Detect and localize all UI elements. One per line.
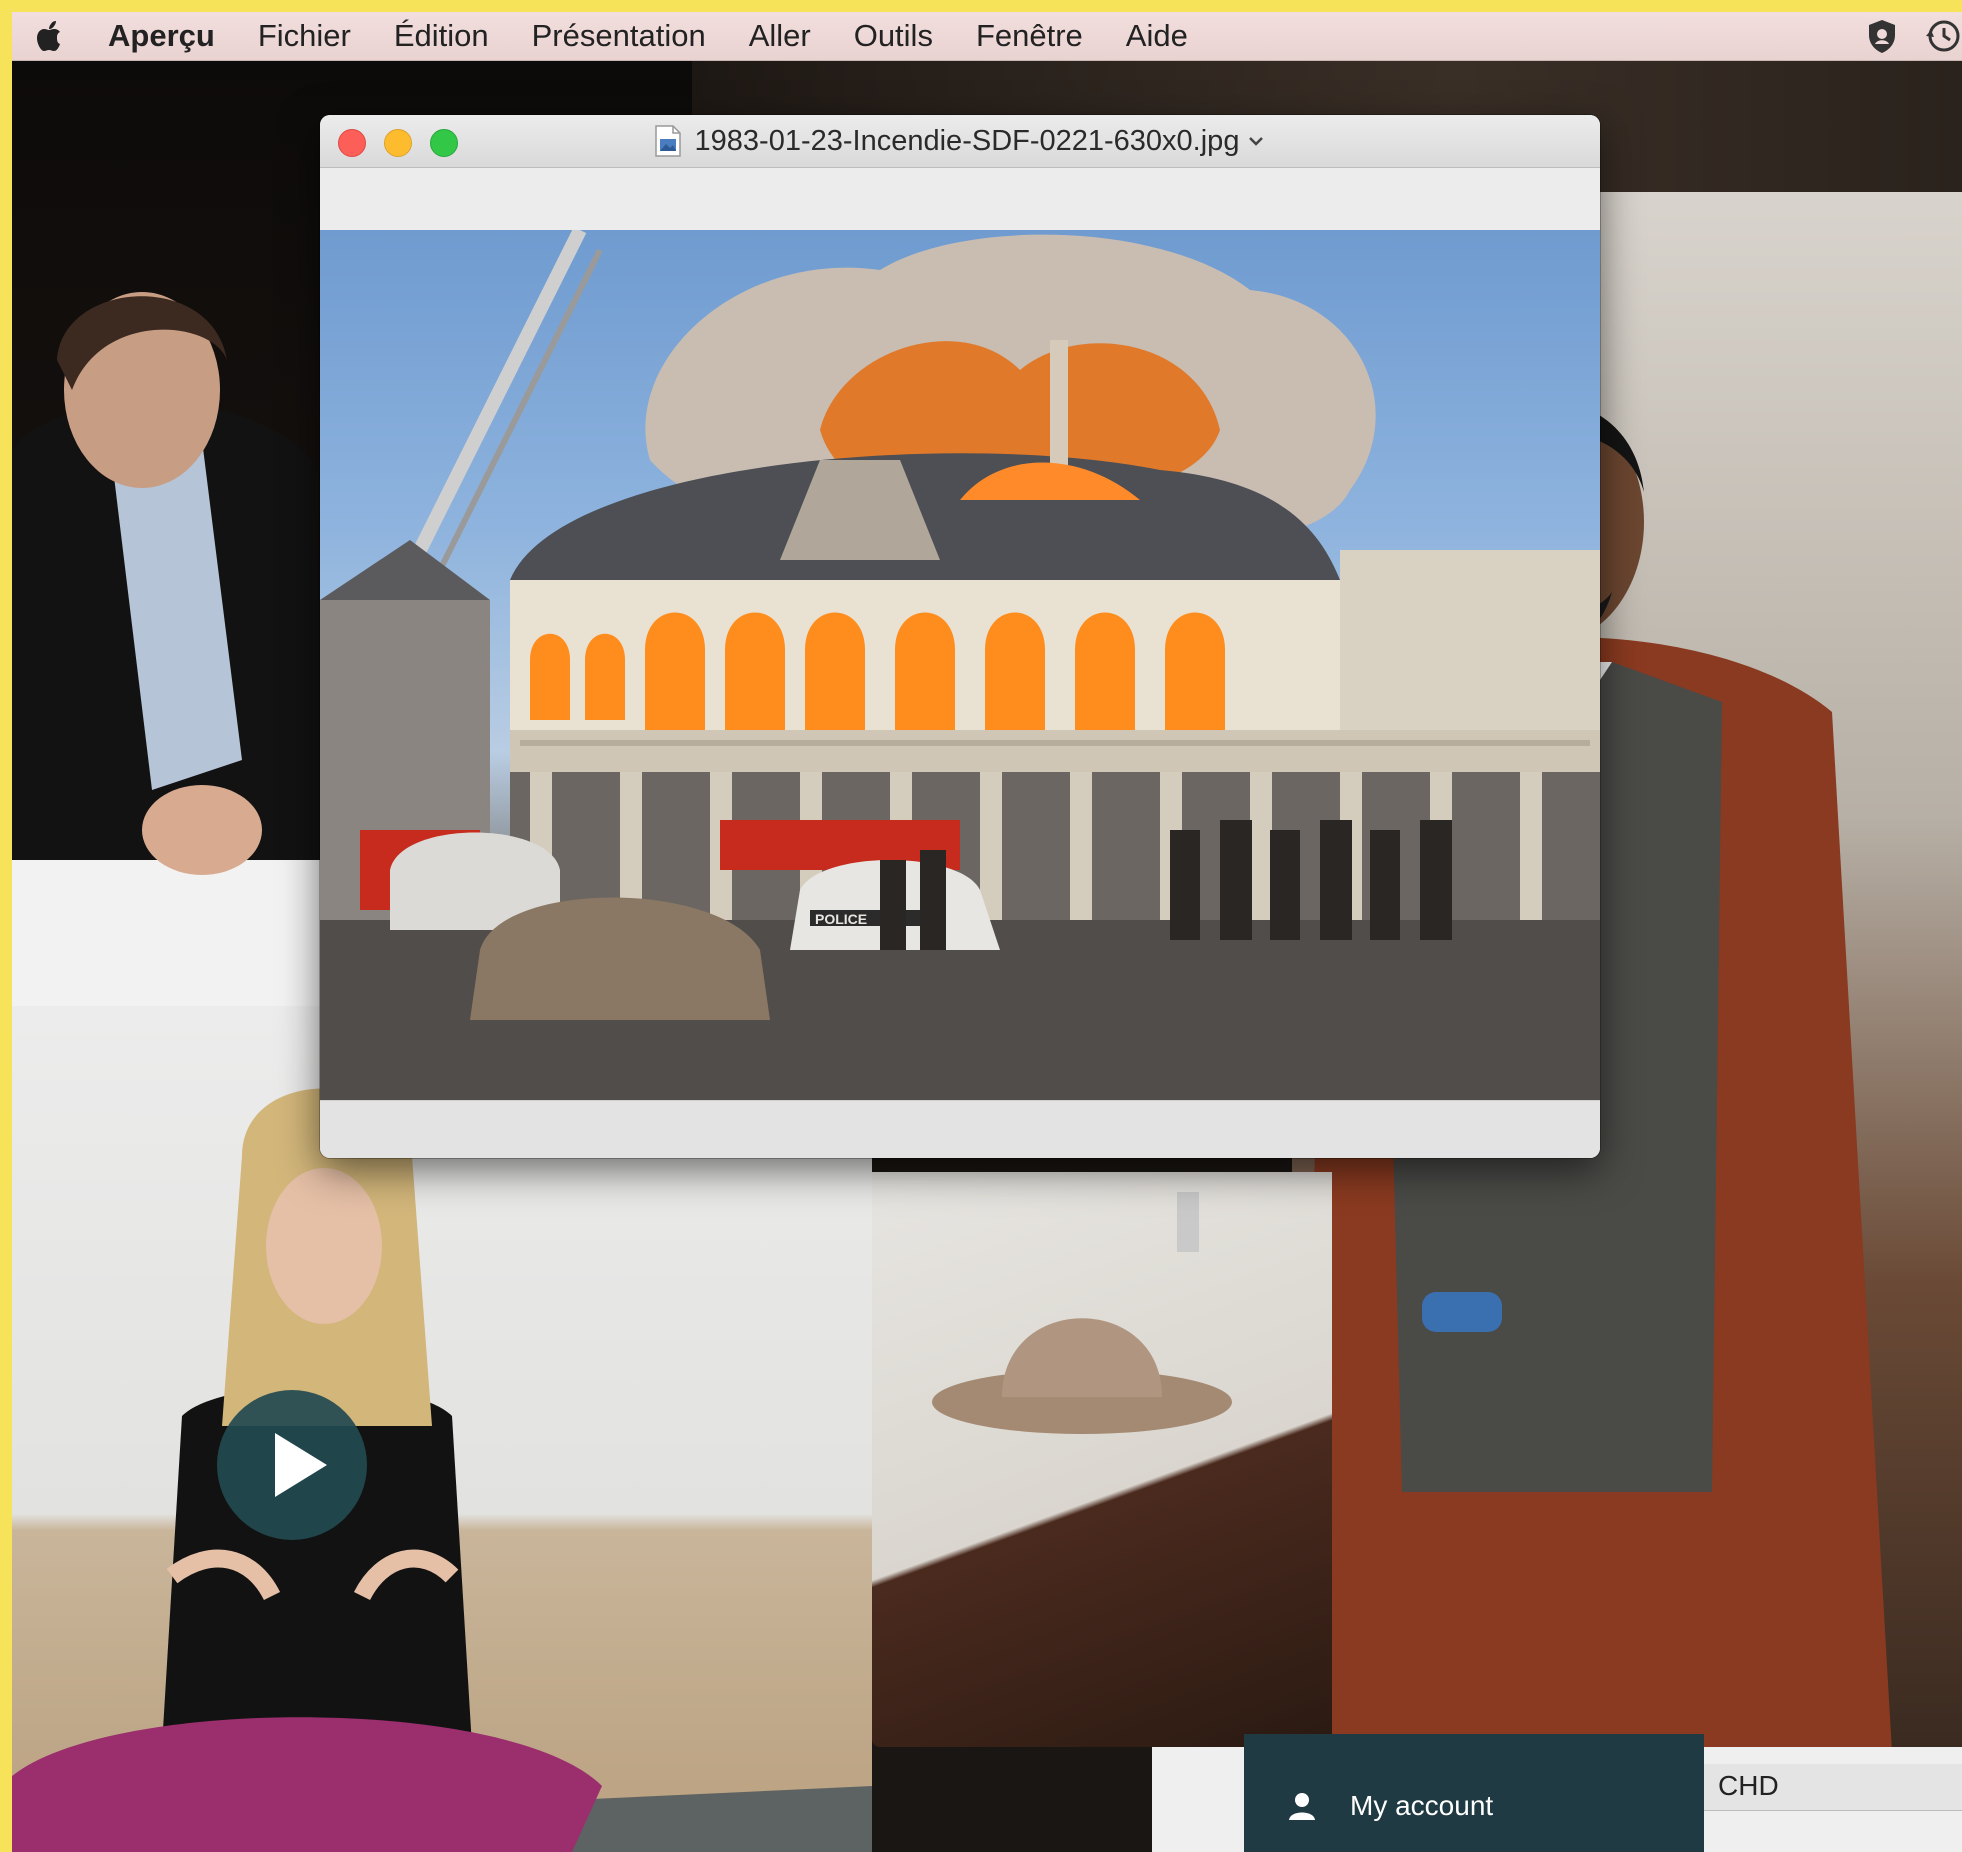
window-title[interactable]: 1983-01-23-Incendie-SDF-0221-630x0.jpg — [695, 125, 1240, 158]
my-account-label: My account — [1350, 1790, 1494, 1821]
hat-on-table — [932, 1192, 1232, 1434]
menu-app-name[interactable]: Aperçu — [108, 12, 215, 60]
window-bottom-bar — [320, 1100, 1600, 1158]
menu-presentation[interactable]: Présentation — [532, 12, 706, 60]
menu-fichier[interactable]: Fichier — [258, 12, 351, 60]
chevron-down-icon[interactable] — [1247, 135, 1265, 147]
my-account-link[interactable]: My account — [1286, 1790, 1493, 1822]
menu-outils[interactable]: Outils — [854, 12, 933, 60]
image-file-icon — [654, 125, 681, 157]
shield-icon[interactable] — [1862, 16, 1902, 56]
menu-extras — [1842, 16, 1962, 56]
menu-fenetre[interactable]: Fenêtre — [976, 12, 1083, 60]
menu-aide[interactable]: Aide — [1126, 12, 1188, 60]
chd-header-strip: CHD — [1704, 1764, 1962, 1811]
account-menu: My account — [1244, 1734, 1704, 1852]
video-tile-hat[interactable] — [872, 1172, 1332, 1747]
time-machine-icon[interactable] — [1922, 16, 1962, 56]
menu-bar: Aperçu Fichier Édition Présentation Alle… — [12, 12, 1962, 61]
burning-theatre-photo: POLICE — [320, 226, 1600, 1100]
window-titlebar[interactable]: 1983-01-23-Incendie-SDF-0221-630x0.jpg — [320, 115, 1600, 168]
desktop-screen: Aperçu Fichier Édition Présentation Alle… — [12, 12, 1962, 1852]
window-toolbar — [320, 168, 1600, 230]
police-sign-text: POLICE — [815, 911, 867, 927]
user-icon — [1289, 1793, 1315, 1820]
preview-window[interactable]: 1983-01-23-Incendie-SDF-0221-630x0.jpg P… — [320, 115, 1600, 1158]
play-icon[interactable] — [217, 1390, 367, 1540]
menu-aller[interactable]: Aller — [749, 12, 811, 60]
menu-edition[interactable]: Édition — [394, 12, 489, 60]
apple-logo-icon[interactable] — [30, 16, 70, 56]
window-title-group[interactable]: 1983-01-23-Incendie-SDF-0221-630x0.jpg — [320, 115, 1600, 167]
chd-label: CHD — [1718, 1770, 1779, 1801]
